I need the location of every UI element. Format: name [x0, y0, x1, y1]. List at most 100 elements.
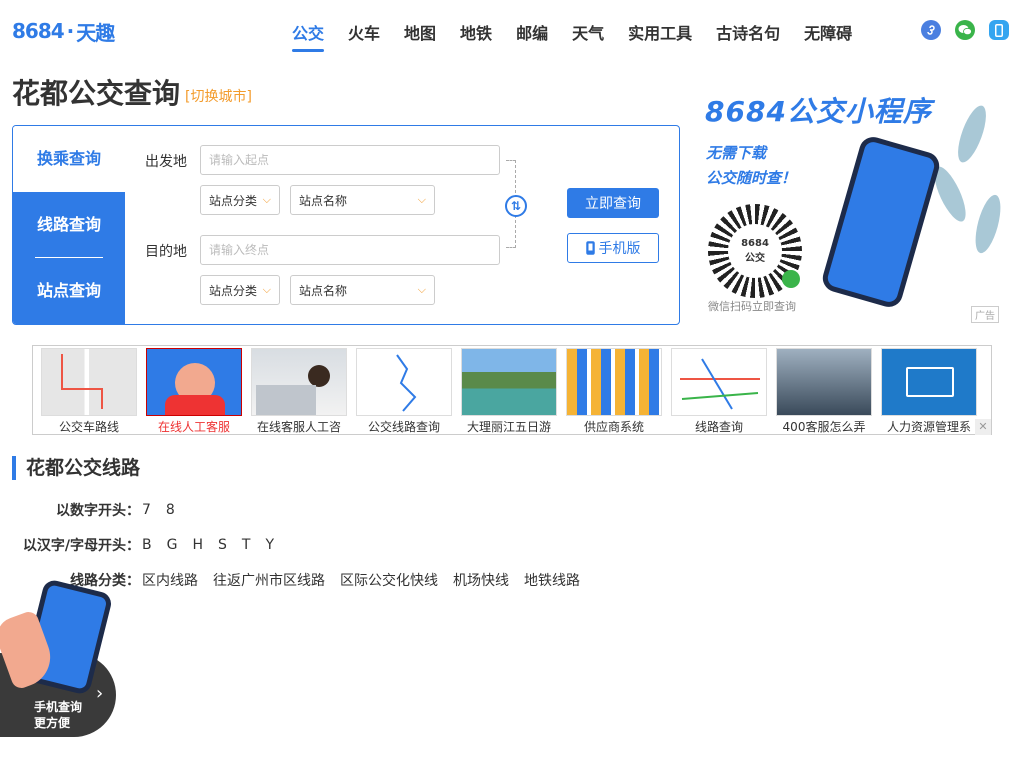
ad-thumb-metro-map [671, 348, 767, 416]
ad-strip: 公交车路线 在线人工客服 在线客服人工咨 公交线路查询 大理丽江五日游 供应商系… [32, 345, 992, 435]
ad-items: 公交车路线 在线人工客服 在线客服人工咨 公交线路查询 大理丽江五日游 供应商系… [41, 348, 977, 435]
ad-tag: 广告 [971, 306, 999, 323]
mini-program-badge-icon [782, 270, 800, 288]
main-nav: 公交 火车 地图 地铁 邮编 天气 实用工具 古诗名句 无障碍 [280, 16, 864, 52]
to-category-select[interactable]: 站点分类 ⌵ [200, 275, 280, 305]
category-link[interactable]: 区际公交化快线 [340, 570, 438, 590]
wechat-icon[interactable] [955, 20, 975, 40]
ad-label: 在线人工客服 [157, 420, 230, 434]
tab-line[interactable]: 线路查询 [13, 192, 125, 258]
ad-item[interactable]: 人力资源管理系 [881, 348, 977, 435]
ad-thumb-call-center [776, 348, 872, 416]
ad-label: 线路查询 [694, 420, 743, 434]
logo-number: 8684 [12, 19, 65, 43]
close-icon[interactable]: ✕ [975, 419, 991, 435]
nav-accessibility[interactable]: 无障碍 [804, 16, 852, 52]
category-link[interactable]: 地铁线路 [524, 570, 580, 590]
nav-map[interactable]: 地图 [404, 16, 436, 52]
ad-thumb-infographic [566, 348, 662, 416]
tab-stop[interactable]: 站点查询 [13, 258, 125, 324]
from-category-value: 站点分类 [209, 193, 258, 208]
float-line1: 手机查询 [34, 700, 83, 714]
from-name-select[interactable]: 站点名称 ⌵ [290, 185, 435, 215]
category-link[interactable]: 区内线路 [142, 570, 198, 590]
chevron-down-icon: ⌵ [417, 283, 426, 296]
promo-caption: 微信扫码立即查询 [708, 300, 796, 313]
chevron-down-icon: ⌵ [262, 193, 271, 206]
to-name-value: 站点名称 [299, 283, 348, 298]
ad-item[interactable]: 400客服怎么弄 [776, 348, 872, 435]
search-tabs: 换乘查询 线路查询 站点查询 [13, 126, 125, 324]
tab-divider [35, 257, 103, 258]
ad-thumb-landscape [461, 348, 557, 416]
nav-icons [921, 20, 1009, 40]
letter-link[interactable]: Y [265, 537, 274, 553]
chevron-right-icon: › [96, 683, 104, 704]
nav-postcode[interactable]: 邮编 [516, 16, 548, 52]
float-text: 手机查询 更方便 [34, 699, 82, 731]
letter-link[interactable]: B [142, 537, 152, 553]
promo-line2: 公交随时查！ [706, 169, 797, 187]
ad-item[interactable]: 在线客服人工咨 [251, 348, 347, 435]
nav-weather[interactable]: 天气 [572, 16, 604, 52]
letter-link[interactable]: G [167, 537, 178, 553]
swap-icon[interactable]: ⇅ [505, 195, 527, 217]
to-name-select[interactable]: 站点名称 ⌵ [290, 275, 435, 305]
ad-item[interactable]: 在线人工客服 [146, 348, 242, 435]
mobile-float-promo[interactable]: 手机查询 更方便 › [0, 578, 118, 737]
ad-item[interactable]: 大理丽江五日游 [461, 348, 557, 435]
nav-metro[interactable]: 地铁 [460, 16, 492, 52]
letter-link[interactable]: S [218, 537, 227, 553]
category-link[interactable]: 往返广州市区线路 [213, 570, 325, 590]
category-link[interactable]: 机场快线 [453, 570, 509, 590]
tab-transfer[interactable]: 换乘查询 [13, 126, 125, 192]
leaf-decoration [970, 192, 1006, 256]
chevron-down-icon: ⌵ [417, 193, 426, 206]
ad-item[interactable]: 供应商系统 [566, 348, 662, 435]
ad-thumb-map [41, 348, 137, 416]
switch-city-link[interactable]: [切换城市] [185, 86, 252, 106]
promo-line1: 无需下载 [706, 144, 767, 162]
letter-link[interactable]: H [192, 537, 203, 553]
ad-label: 在线客服人工咨 [256, 420, 341, 434]
ad-thumb-support [146, 348, 242, 416]
ad-thumb-route [356, 348, 452, 416]
search-panel: 换乘查询 线路查询 站点查询 出发地 站点分类 ⌵ 站点名称 ⌵ 目的地 站点分类 ⌵… [12, 125, 680, 325]
site-logo[interactable]: 8684 · 天趣 [12, 18, 115, 45]
ad-label: 大理丽江五日游 [466, 420, 551, 434]
ad-thumb-hr-system [881, 348, 977, 416]
row-by-letter: 以汉字/字母开头： B G H S T Y [0, 535, 274, 555]
page-title: 花都公交查询 [12, 77, 181, 110]
to-category-value: 站点分类 [209, 283, 258, 298]
from-input[interactable] [200, 145, 500, 175]
ad-label: 400客服怎么弄 [782, 420, 866, 434]
ad-item[interactable]: 线路查询 [671, 348, 767, 435]
line-link[interactable]: 8 [166, 502, 175, 518]
ad-label: 人力资源管理系 [886, 420, 971, 434]
nav-bus[interactable]: 公交 [292, 16, 325, 52]
float-line2: 更方便 [34, 716, 71, 730]
ad-item[interactable]: 公交线路查询 [356, 348, 452, 435]
row-by-number: 以数字开头： 7 8 [0, 500, 175, 520]
nav-tools[interactable]: 实用工具 [628, 16, 692, 52]
mobile-icon[interactable] [989, 20, 1009, 40]
mobile-version-button[interactable]: 手机版 [567, 233, 659, 263]
nav-train[interactable]: 火车 [348, 16, 380, 52]
letter-link[interactable]: T [242, 537, 251, 553]
to-input[interactable] [200, 235, 500, 265]
promo-title: 8684公交小程序 [705, 95, 932, 128]
ad-label: 供应商系统 [583, 420, 644, 434]
qr-text2: 公交 [745, 253, 765, 264]
mini-program-ad[interactable]: 8684公交小程序 无需下载 公交随时查！ 8684 公交 微信扫码立即查询 广… [700, 84, 1010, 326]
logo-text: 天趣 [76, 20, 115, 45]
query-button[interactable]: 立即查询 [567, 188, 659, 218]
qr-code: 8684 公交 [708, 204, 802, 298]
by-letter-label: 以汉字/字母开头： [22, 538, 140, 554]
nav-poems[interactable]: 古诗名句 [716, 16, 780, 52]
line-link[interactable]: 7 [142, 502, 151, 518]
to-label: 目的地 [145, 244, 187, 260]
ad-label: 公交线路查询 [367, 420, 440, 434]
mini-program-icon[interactable] [921, 20, 941, 40]
ad-item[interactable]: 公交车路线 [41, 348, 137, 435]
from-category-select[interactable]: 站点分类 ⌵ [200, 185, 280, 215]
